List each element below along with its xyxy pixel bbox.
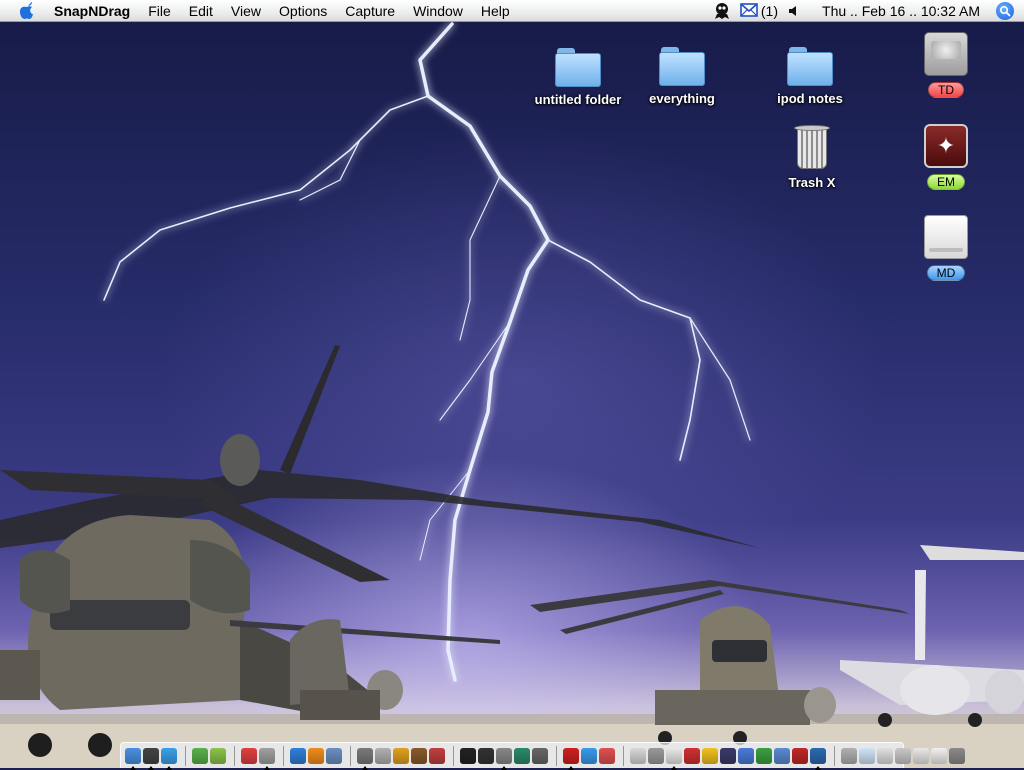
dock-safari-icon[interactable] bbox=[161, 747, 177, 770]
dock-tools-icon[interactable] bbox=[496, 747, 512, 770]
dock-window-icon[interactable] bbox=[913, 747, 929, 764]
dock-separator bbox=[623, 745, 624, 766]
spotlight-icon[interactable] bbox=[996, 2, 1014, 20]
dock-warning-icon[interactable] bbox=[702, 747, 718, 764]
desktop-item-trash-x[interactable]: Trash X bbox=[757, 125, 867, 190]
removable-drive-icon bbox=[924, 215, 968, 259]
desktop-item-label: ipod notes bbox=[777, 91, 843, 106]
dock-ie-icon[interactable] bbox=[290, 747, 306, 764]
dock-separator bbox=[234, 745, 235, 766]
dock-console-icon[interactable] bbox=[478, 747, 494, 764]
firewire-drive-icon: ✦ bbox=[924, 124, 968, 168]
apple-menu-icon[interactable] bbox=[18, 1, 36, 20]
dock-music-icon[interactable] bbox=[210, 747, 226, 764]
dock-monitor-icon[interactable] bbox=[774, 747, 790, 764]
desktop-item-label: Trash X bbox=[788, 175, 836, 190]
dock-network-icon[interactable] bbox=[326, 747, 342, 764]
trash-icon bbox=[794, 125, 830, 171]
dock-itunes-icon[interactable] bbox=[192, 747, 208, 764]
alien-menu-extra-icon[interactable] bbox=[714, 0, 730, 22]
menu-extras: (1) Thu .. Feb 16 .. 10:32 AM bbox=[714, 0, 1024, 22]
menu-help[interactable]: Help bbox=[472, 0, 519, 22]
desktop-wallpaper bbox=[0, 0, 1024, 768]
desktop-item-untitled-folder[interactable]: untitled folder bbox=[523, 46, 633, 107]
app-menu[interactable]: SnapNDrag bbox=[54, 0, 139, 22]
desktop-item-label: everything bbox=[649, 91, 715, 106]
desktop-item-everything[interactable]: everything bbox=[627, 45, 737, 106]
dock-textedit-icon[interactable] bbox=[630, 747, 646, 764]
dock-finder-icon[interactable] bbox=[125, 747, 141, 770]
mail-icon bbox=[740, 2, 758, 20]
drive-em[interactable]: ✦ EM bbox=[891, 124, 1001, 190]
dock-tool-icon[interactable] bbox=[599, 747, 615, 764]
drive-label: EM bbox=[927, 174, 965, 190]
drive-label: TD bbox=[928, 82, 964, 98]
dock-separator bbox=[453, 745, 454, 766]
dock-ftp-icon[interactable] bbox=[738, 747, 754, 764]
dock-magnifier-icon[interactable] bbox=[841, 747, 857, 764]
dock-separator bbox=[350, 745, 351, 766]
dock-printer-icon[interactable] bbox=[532, 747, 548, 764]
clock[interactable]: Thu .. Feb 16 .. 10:32 AM bbox=[822, 0, 980, 22]
drive-td[interactable]: TD bbox=[891, 32, 1001, 98]
dock-trash-icon[interactable] bbox=[949, 747, 965, 764]
dock-red-icon[interactable] bbox=[684, 747, 700, 764]
menu-capture[interactable]: Capture bbox=[336, 0, 404, 22]
menu-view[interactable]: View bbox=[222, 0, 270, 22]
dock-separator bbox=[185, 745, 186, 766]
aircraft-far-right bbox=[840, 545, 1024, 727]
dock bbox=[120, 742, 965, 770]
folder-icon bbox=[659, 45, 705, 87]
dock-separator bbox=[283, 745, 284, 766]
dock-world-icon[interactable] bbox=[810, 747, 826, 770]
dock-vlc-icon[interactable] bbox=[308, 747, 324, 764]
dock-window-icon[interactable] bbox=[877, 747, 893, 764]
mail-count: (1) bbox=[760, 3, 779, 19]
volume-icon[interactable] bbox=[788, 0, 800, 22]
dock-red-app-icon[interactable] bbox=[792, 747, 808, 764]
menu-edit[interactable]: Edit bbox=[180, 0, 222, 22]
dock-ichat-icon[interactable] bbox=[581, 747, 597, 764]
folder-icon bbox=[555, 46, 601, 88]
dock-terminal-icon[interactable] bbox=[460, 747, 476, 764]
dock-green-icon[interactable] bbox=[756, 747, 772, 764]
dock-preview-icon[interactable] bbox=[648, 747, 664, 764]
dock-dashboard-icon[interactable] bbox=[143, 747, 159, 770]
dock-ical-icon[interactable] bbox=[241, 747, 257, 764]
folder-icon bbox=[787, 45, 833, 87]
desktop-item-ipod-notes[interactable]: ipod notes bbox=[755, 45, 865, 106]
menu-window[interactable]: Window bbox=[404, 0, 472, 22]
dock-app-icon[interactable] bbox=[411, 747, 427, 764]
dock-iphoto-icon[interactable] bbox=[259, 747, 275, 770]
dock-window-icon[interactable] bbox=[931, 747, 947, 764]
dock-globe-icon[interactable] bbox=[514, 747, 530, 764]
menu-options[interactable]: Options bbox=[270, 0, 336, 22]
dock-window-icon[interactable] bbox=[895, 747, 911, 764]
dock-separator bbox=[556, 745, 557, 766]
menu-bar: SnapNDrag File Edit View Options Capture… bbox=[0, 0, 1024, 22]
menu-file[interactable]: File bbox=[139, 0, 180, 22]
dock-separator bbox=[834, 745, 835, 766]
dock-card-icon[interactable] bbox=[429, 747, 445, 764]
dock-window-icon[interactable] bbox=[859, 747, 875, 764]
dock-game-icon[interactable] bbox=[393, 747, 409, 764]
mail-status[interactable]: (1) bbox=[740, 0, 778, 22]
drive-label: MD bbox=[926, 265, 966, 281]
dock-acrobat-icon[interactable] bbox=[563, 747, 579, 770]
dock-utility-icon[interactable] bbox=[357, 747, 373, 770]
hard-drive-icon bbox=[924, 32, 968, 76]
dock-disk-icon[interactable] bbox=[375, 747, 391, 764]
dock-document-icon[interactable] bbox=[666, 747, 682, 770]
dock-mortarboard-icon[interactable] bbox=[720, 747, 736, 764]
desktop-item-label: untitled folder bbox=[534, 92, 622, 107]
drive-md[interactable]: MD bbox=[891, 215, 1001, 281]
